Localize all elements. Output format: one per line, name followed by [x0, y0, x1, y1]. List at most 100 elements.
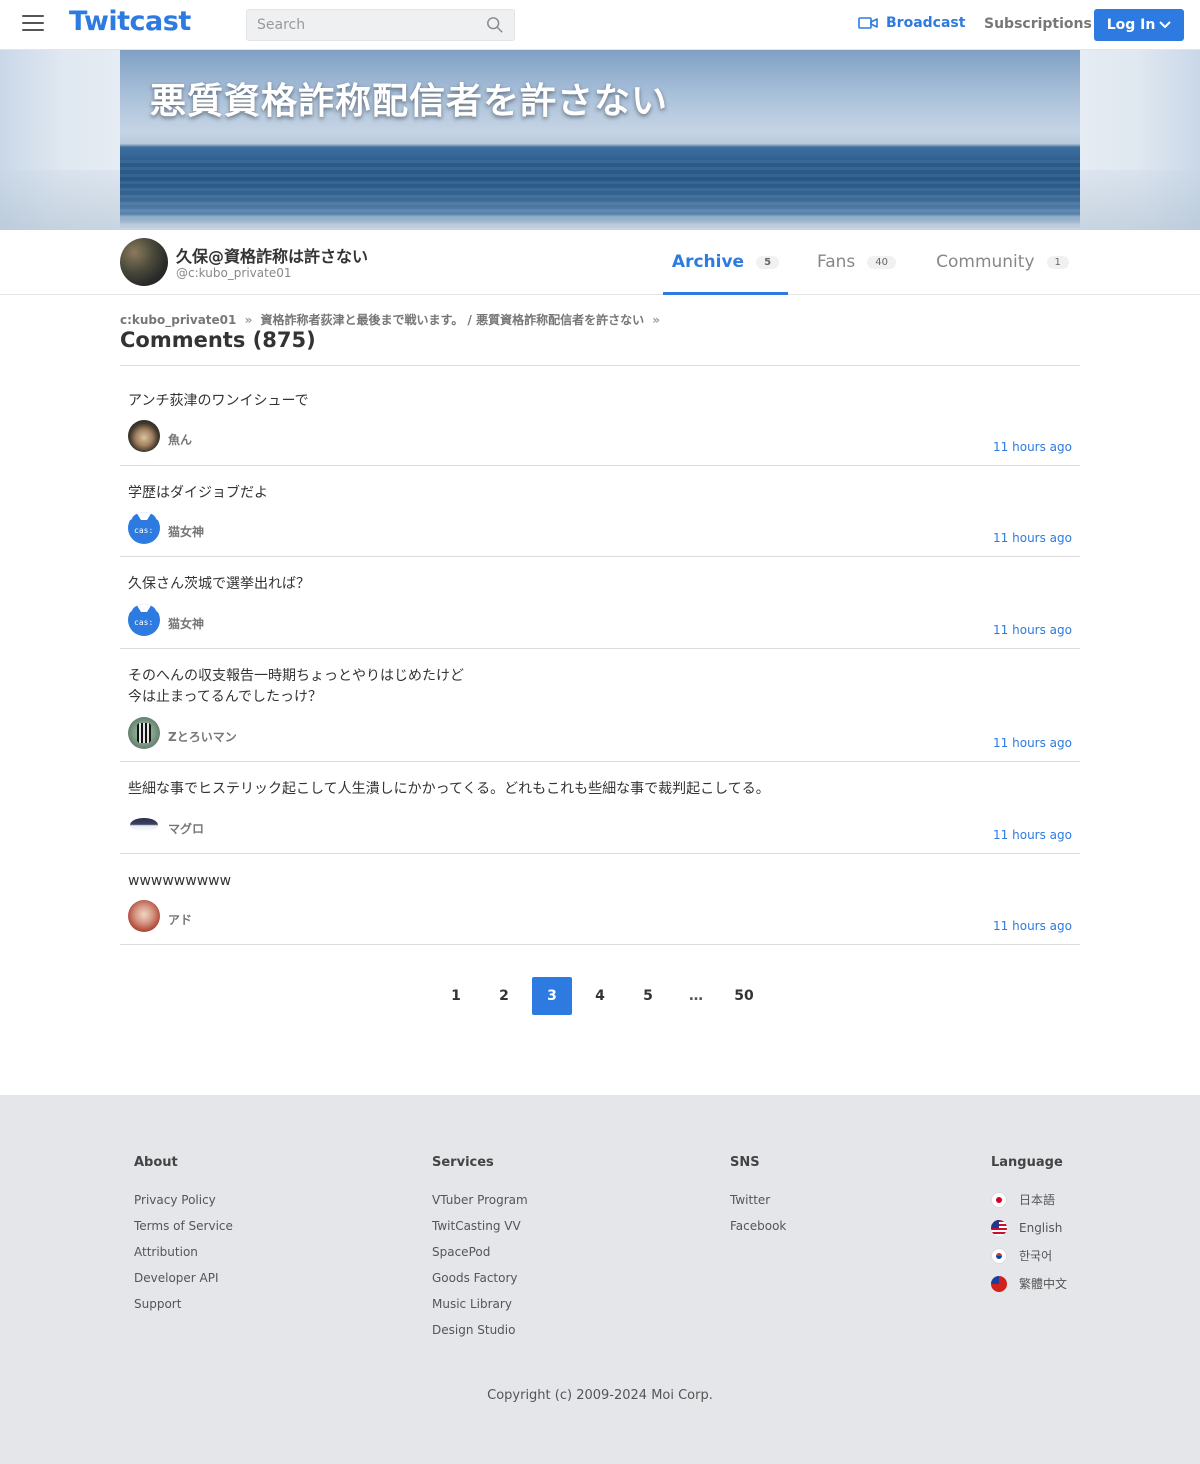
commenter-avatar[interactable] — [128, 900, 160, 932]
comment-item: wwwwwwwww アド 11 hours ago — [120, 854, 1080, 945]
hamburger-menu-icon[interactable] — [22, 15, 44, 33]
page-button[interactable]: 4 — [580, 977, 620, 1015]
footer-heading: Services — [432, 1155, 494, 1170]
comment-text: アンチ荻津のワンイシューで — [128, 393, 309, 409]
comment-text: 学歴はダイジョブだよ — [128, 485, 268, 501]
page-button[interactable]: 2 — [484, 977, 524, 1015]
footer-about-column: About Privacy Policy Terms of Service At… — [134, 1155, 233, 1322]
login-label: Log In — [1106, 17, 1156, 33]
profile-id: @c:kubo_private01 — [176, 266, 292, 280]
broadcast-label: Broadcast — [886, 15, 966, 31]
footer-link-goods-factory[interactable]: Goods Factory — [432, 1270, 528, 1286]
count-badge: 40 — [867, 255, 896, 269]
comment-item: アンチ荻津のワンイシューで 魚ん 11 hours ago — [120, 366, 1080, 466]
comment-timestamp[interactable]: 11 hours ago — [993, 440, 1072, 454]
banner-foam — [120, 215, 1080, 230]
footer-link-twitcasting-vv[interactable]: TwitCasting VV — [432, 1218, 528, 1234]
count-badge: 1 — [1046, 255, 1069, 269]
login-button[interactable]: Log In — [1094, 9, 1184, 41]
tab-archive[interactable]: Archive 5 — [663, 230, 788, 295]
comment-text: 些細な事でヒステリック起こして人生潰しにかかってくる。どれもこれも些細な事で裁判… — [128, 781, 770, 797]
channel-banner: 悪質資格詐称配信者を許さない — [120, 50, 1080, 230]
language-label: 日本語 — [1019, 1193, 1056, 1207]
breadcrumb-user-link[interactable]: c:kubo_private01 — [120, 313, 236, 327]
footer-link-facebook[interactable]: Facebook — [730, 1218, 786, 1234]
comment-item: 久保さん茨城で選挙出れば？ cas: 猫女神 11 hours ago — [120, 557, 1080, 649]
footer-language-column: Language 日本語 English 한국어 繁體中文 — [991, 1155, 1067, 1304]
comment-text: wwwwwwwww — [128, 873, 232, 889]
footer-link-privacy[interactable]: Privacy Policy — [134, 1192, 233, 1208]
commenter-avatar[interactable] — [128, 809, 160, 841]
footer-link-support[interactable]: Support — [134, 1296, 233, 1312]
language-option-ko[interactable]: 한국어 — [991, 1248, 1067, 1264]
language-option-zh-tw[interactable]: 繁體中文 — [991, 1276, 1067, 1292]
language-label: 繁體中文 — [1019, 1277, 1068, 1291]
banner-title: 悪質資格詐称配信者を許さない — [150, 81, 669, 122]
search-icon[interactable] — [486, 16, 504, 34]
breadcrumb-separator: » — [652, 313, 661, 327]
search-input[interactable] — [247, 10, 477, 40]
page-button[interactable]: 50 — [724, 977, 764, 1015]
taiwan-flag-icon — [991, 1276, 1007, 1292]
footer-link-developer-api[interactable]: Developer API — [134, 1270, 233, 1286]
broadcast-button[interactable]: Broadcast — [858, 15, 965, 31]
breadcrumb-movie-link[interactable]: 資格詐称者荻津と最後まで戦います。 / 悪質資格詐称配信者を許さない — [261, 313, 645, 327]
commenter-avatar[interactable] — [128, 420, 160, 452]
count-badge: 5 — [756, 255, 780, 269]
profile-name[interactable]: 久保@資格詐称は許さない — [176, 243, 368, 267]
footer-heading: Language — [991, 1155, 1063, 1170]
subscriptions-link[interactable]: Subscriptions — [984, 16, 1092, 32]
language-option-en[interactable]: English — [991, 1220, 1067, 1236]
comment-item: 些細な事でヒステリック起こして人生潰しにかかってくる。どれもこれも些細な事で裁判… — [120, 762, 1080, 854]
chevron-down-icon — [1159, 21, 1172, 29]
pagination: 1 2 3 4 5 … 50 — [436, 977, 772, 1015]
page-ellipsis: … — [689, 988, 703, 1004]
tab-community[interactable]: Community 1 — [925, 230, 1080, 294]
commenter-name[interactable]: 猫女神 — [168, 523, 204, 540]
comment-text: 久保さん茨城で選挙出れば？ — [128, 576, 310, 592]
footer-link-vtuber[interactable]: VTuber Program — [432, 1192, 528, 1208]
profile-row: 久保@資格詐称は許さない @c:kubo_private01 Archive 5… — [0, 230, 1200, 295]
page-button[interactable]: 5 — [628, 977, 668, 1015]
commenter-avatar[interactable]: cas: — [128, 604, 160, 636]
page-button-current[interactable]: 3 — [532, 977, 572, 1015]
tab-label: Fans — [816, 252, 856, 272]
tab-label: Archive — [671, 252, 745, 272]
tab-fans[interactable]: Fans 40 — [804, 230, 909, 294]
footer-link-twitter[interactable]: Twitter — [730, 1192, 786, 1208]
footer-link-spacepod[interactable]: SpacePod — [432, 1244, 528, 1260]
japan-flag-icon — [991, 1192, 1007, 1208]
language-option-ja[interactable]: 日本語 — [991, 1192, 1067, 1208]
footer-link-terms[interactable]: Terms of Service — [134, 1218, 233, 1234]
language-label: English — [1019, 1221, 1063, 1235]
commenter-avatar[interactable] — [128, 717, 160, 749]
commenter-name[interactable]: アド — [168, 911, 192, 928]
page-title: Comments (875) — [120, 328, 316, 352]
footer-link-attribution[interactable]: Attribution — [134, 1244, 233, 1260]
user-avatar[interactable] — [120, 238, 168, 286]
footer-link-design-studio[interactable]: Design Studio — [432, 1322, 528, 1338]
commenter-avatar[interactable]: cas: — [128, 512, 160, 544]
footer-services-column: Services VTuber Program TwitCasting VV S… — [432, 1155, 528, 1348]
us-flag-icon — [991, 1220, 1007, 1236]
commenter-name[interactable]: 魚ん — [168, 431, 192, 448]
korea-flag-icon — [991, 1248, 1007, 1264]
commenter-name[interactable]: マグロ — [168, 820, 204, 837]
comment-timestamp[interactable]: 11 hours ago — [993, 736, 1072, 750]
commenter-name[interactable]: Zとろいマン — [168, 728, 237, 745]
footer-link-music-library[interactable]: Music Library — [432, 1296, 528, 1312]
commenter-name[interactable]: 猫女神 — [168, 615, 204, 632]
twitcast-logo[interactable]: Twitcast — [69, 6, 191, 37]
language-label: 한국어 — [1019, 1249, 1053, 1263]
comment-timestamp[interactable]: 11 hours ago — [993, 919, 1072, 933]
breadcrumb-separator: » — [244, 313, 253, 327]
search-box — [246, 9, 515, 41]
top-navbar: Twitcast Broadcast Subscriptions Log In — [0, 0, 1200, 50]
comment-timestamp[interactable]: 11 hours ago — [993, 828, 1072, 842]
page-button[interactable]: 1 — [436, 977, 476, 1015]
comment-timestamp[interactable]: 11 hours ago — [993, 623, 1072, 637]
comment-timestamp[interactable]: 11 hours ago — [993, 531, 1072, 545]
comment-text: そのへんの収支報告一時期ちょっとやりはじめたけど 今は止まってるんでしたっけ？ — [128, 668, 464, 705]
footer-heading: About — [134, 1155, 178, 1170]
tab-label: Community — [936, 252, 1035, 272]
